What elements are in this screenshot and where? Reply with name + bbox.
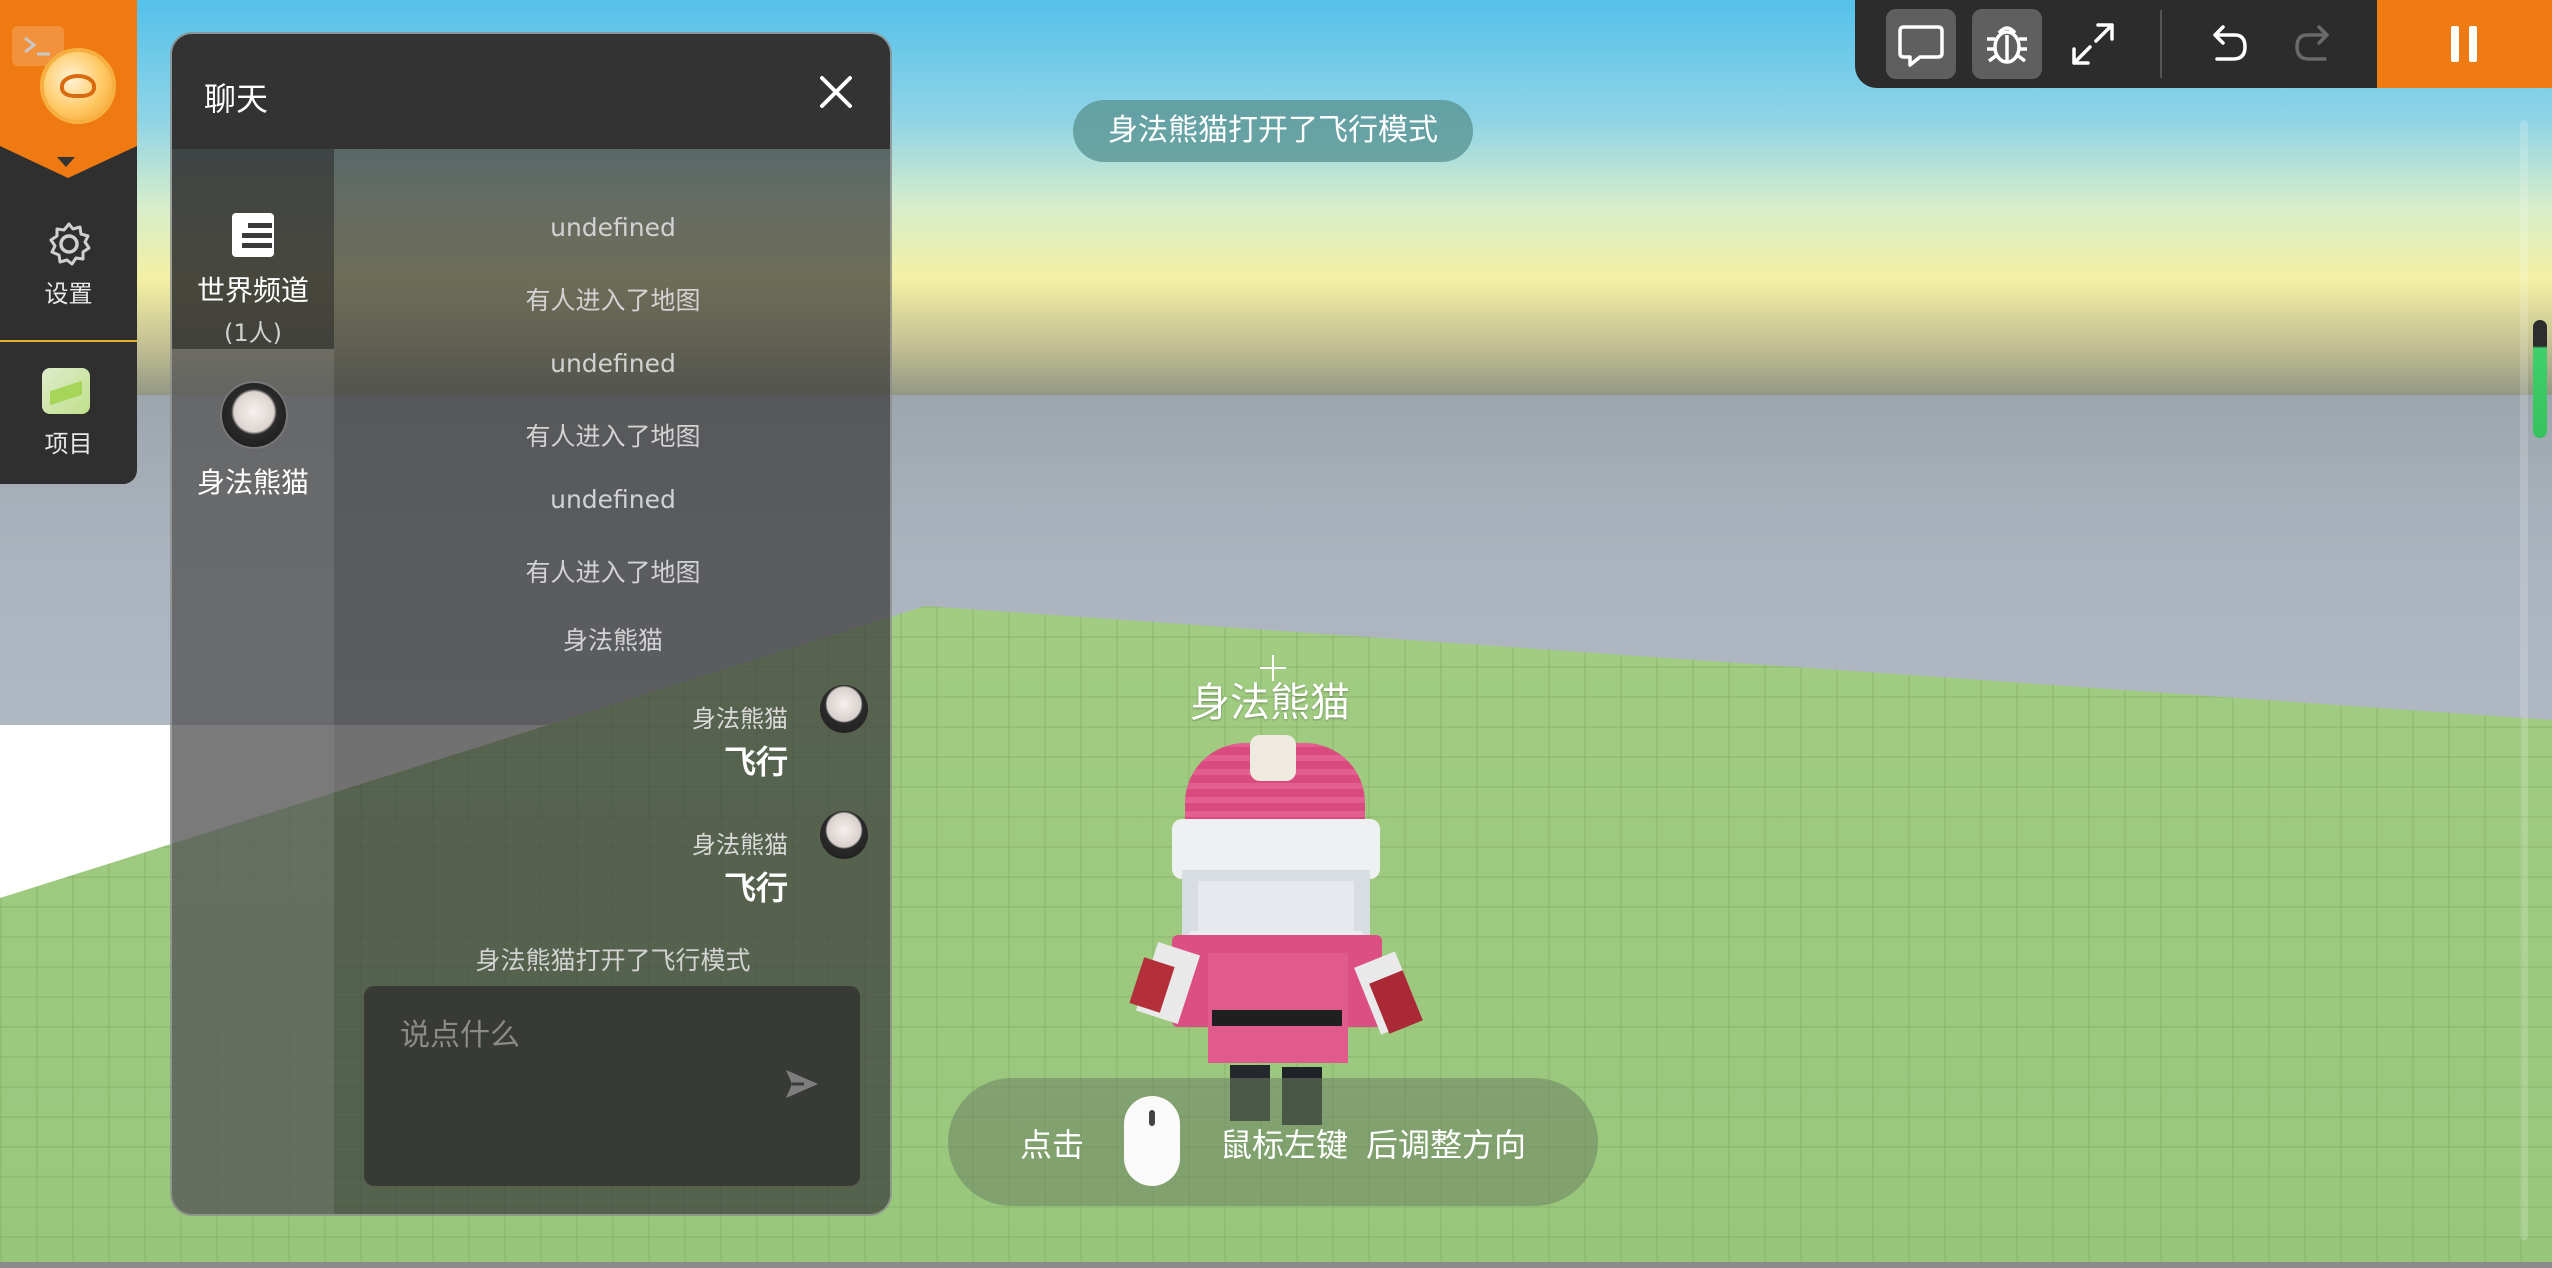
nav-settings[interactable]: 设置 xyxy=(0,220,137,309)
channel-icon xyxy=(232,213,274,257)
player-nametag: 身法熊猫 xyxy=(1190,680,1350,726)
nav-settings-label: 设置 xyxy=(44,280,93,308)
nav-divider xyxy=(0,340,137,342)
fullscreen-button[interactable] xyxy=(2058,9,2128,79)
bottom-border xyxy=(0,1262,2552,1268)
control-hint: 点击 鼠标左键 后调整方向 xyxy=(948,1078,1598,1206)
channel-world[interactable]: 世界频道 (1人) xyxy=(172,149,334,349)
chat-icon xyxy=(1898,25,1944,67)
hint-prefix: 点击 xyxy=(1020,1126,1085,1164)
chat-header: 聊天 xyxy=(172,34,890,149)
chevron-down-icon[interactable] xyxy=(57,157,75,167)
message-author: 身法熊猫 xyxy=(692,831,788,859)
chat-title: 聊天 xyxy=(204,80,269,118)
system-message: 有人进入了地图 xyxy=(525,558,701,587)
channel-list: 世界频道 (1人) 身法熊猫 xyxy=(172,149,334,1214)
chat-panel: 聊天 世界频道 (1人) 身法熊猫 undefined 有人进入了地图 unde… xyxy=(170,32,892,1216)
player-character xyxy=(1129,735,1423,1125)
nav-project-label[interactable]: 项目 xyxy=(0,424,137,459)
toolbar-divider xyxy=(2160,10,2162,78)
system-message: undefined xyxy=(550,485,676,514)
app-logo[interactable] xyxy=(40,48,116,124)
hint-action: 鼠标左键 xyxy=(1220,1126,1349,1164)
bug-icon xyxy=(1987,26,2027,64)
channel-user-name: 身法熊猫 xyxy=(196,466,309,499)
message-text: 飞行 xyxy=(723,743,788,781)
channel-world-count: (1人) xyxy=(224,319,282,347)
expand-icon xyxy=(2072,23,2114,65)
system-message: 有人进入了地图 xyxy=(525,422,701,451)
system-message: undefined xyxy=(550,349,676,378)
left-nav: 设置 项目 xyxy=(0,0,137,484)
hint-suffix: 后调整方向 xyxy=(1366,1126,1527,1164)
debug-button[interactable] xyxy=(1972,9,2042,79)
send-icon[interactable] xyxy=(782,1064,822,1104)
redo-icon xyxy=(2295,25,2329,61)
avatar xyxy=(220,381,288,449)
system-message: 有人进入了地图 xyxy=(525,286,701,315)
mouse-icon xyxy=(1124,1096,1180,1186)
pause-button[interactable] xyxy=(2377,0,2552,88)
gear-icon xyxy=(49,222,90,266)
system-message: undefined xyxy=(550,213,676,242)
chat-button[interactable] xyxy=(1886,9,1956,79)
chat-input-box[interactable] xyxy=(364,986,860,1186)
undo-button[interactable] xyxy=(2193,9,2263,79)
scrollbar-thumb[interactable] xyxy=(2533,320,2547,438)
channel-world-name: 世界频道 xyxy=(196,274,309,307)
chat-input[interactable] xyxy=(398,1014,782,1056)
undo-icon xyxy=(2213,25,2247,61)
channel-user[interactable]: 身法熊猫 xyxy=(172,349,334,1214)
scrollbar-track[interactable] xyxy=(2520,120,2528,1240)
redo-button[interactable] xyxy=(2279,9,2349,79)
system-message: 身法熊猫打开了飞行模式 xyxy=(475,946,751,975)
close-icon[interactable] xyxy=(816,72,856,112)
avatar xyxy=(820,685,868,733)
flight-mode-toast: 身法熊猫打开了飞行模式 xyxy=(1073,100,1473,162)
avatar xyxy=(820,811,868,859)
project-icon[interactable] xyxy=(42,368,90,414)
message-text: 飞行 xyxy=(723,869,788,907)
message-author: 身法熊猫 xyxy=(692,705,788,733)
system-message: 身法熊猫 xyxy=(562,626,663,655)
top-toolbar xyxy=(1855,0,2552,88)
